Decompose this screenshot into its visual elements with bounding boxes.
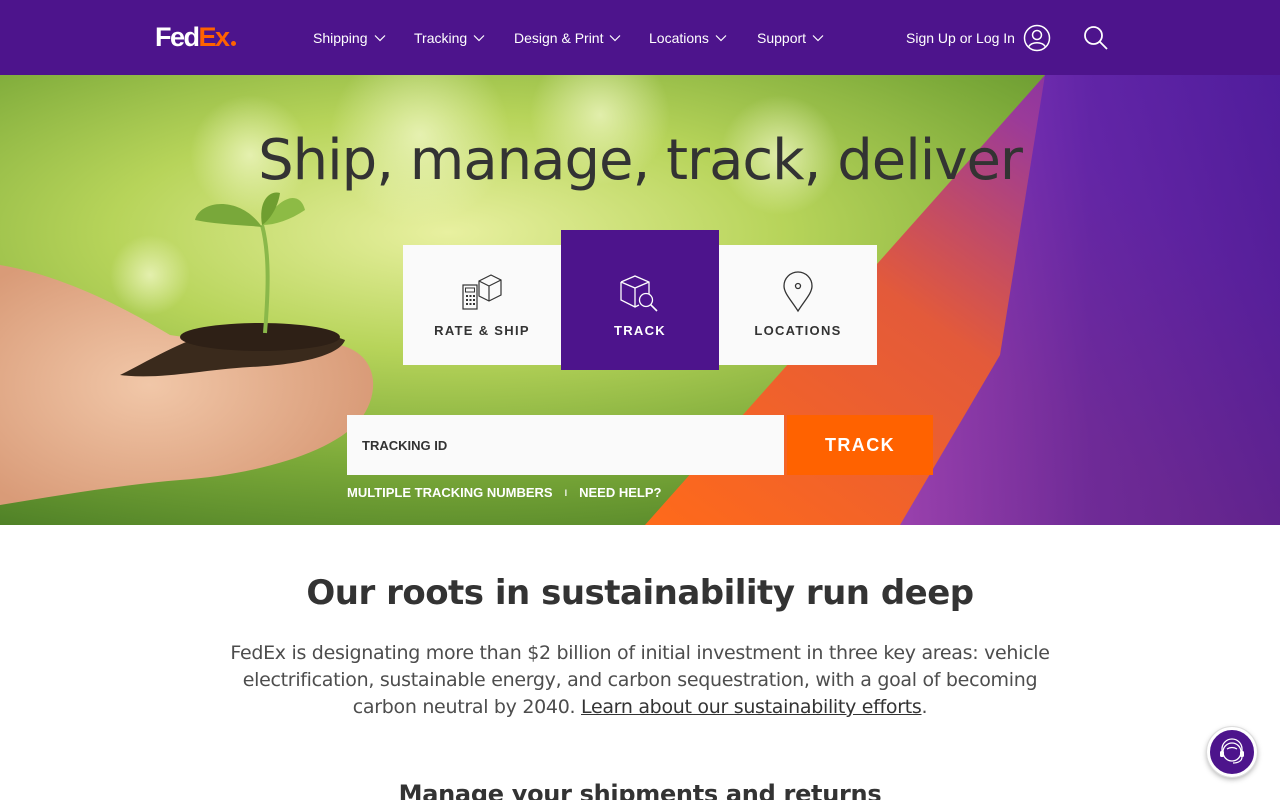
hero-banner: Ship, manage, track, deliver RATE & SHIP… (0, 75, 1280, 525)
chat-agent-icon (1220, 738, 1244, 764)
chat-support-button[interactable] (1206, 726, 1258, 778)
tile-track[interactable]: TRACK (561, 230, 719, 370)
sustainability-body: FedEx is designating more than $2 billio… (230, 640, 1050, 721)
chevron-down-icon (374, 35, 385, 42)
nav-tracking-label: Tracking (414, 30, 468, 46)
fedex-logo[interactable]: FedEx (155, 22, 236, 52)
tile-rate-ship[interactable]: RATE & SHIP (403, 245, 561, 365)
top-navigation-bar: FedEx Shipping Tracking Design & Print L… (0, 0, 1280, 75)
location-pin-icon (783, 271, 813, 313)
sustainability-body-end: . (921, 696, 928, 718)
sign-in-link[interactable]: Sign Up or Log In (906, 23, 1051, 53)
manage-shipments-title: Manage your shipments and returns (398, 780, 882, 800)
chevron-down-icon (715, 35, 727, 42)
calculator-box-icon (462, 274, 502, 310)
nav-locations-label: Locations (649, 30, 709, 46)
tile-locations-label: LOCATIONS (754, 323, 842, 338)
logo-fed-text: Fed (155, 22, 200, 52)
nav-design-print-label: Design & Print (514, 30, 604, 46)
tile-locations[interactable]: LOCATIONS (719, 245, 877, 365)
search-button[interactable] (1083, 25, 1109, 56)
nav-support[interactable]: Support (757, 29, 824, 47)
nav-tracking[interactable]: Tracking (414, 29, 485, 47)
multiple-tracking-numbers-link[interactable]: MULTIPLE TRACKING NUMBERS (347, 485, 553, 500)
chevron-down-icon (812, 35, 824, 42)
chevron-down-icon (473, 35, 485, 42)
logo-ex-text: Ex (198, 22, 231, 52)
chevron-down-icon (610, 35, 621, 42)
link-separator: I (564, 487, 568, 498)
tile-rate-ship-label: RATE & SHIP (434, 323, 530, 338)
user-account-icon (1023, 24, 1051, 52)
hero-links: MULTIPLE TRACKING NUMBERS I NEED HELP? (347, 485, 661, 500)
nav-shipping[interactable]: Shipping (313, 29, 386, 47)
sustainability-title: Our roots in sustainability run deep (306, 573, 974, 613)
nav-shipping-label: Shipping (313, 30, 368, 46)
nav-support-label: Support (757, 30, 807, 46)
hero-title: Ship, manage, track, deliver (258, 128, 1023, 193)
nav-design-print[interactable]: Design & Print (514, 29, 621, 47)
logo-dot (230, 41, 236, 46)
tracking-id-input[interactable] (347, 415, 784, 475)
need-help-link[interactable]: NEED HELP? (579, 485, 661, 500)
package-search-icon (620, 275, 658, 312)
nav-locations[interactable]: Locations (649, 29, 727, 47)
search-icon (1084, 26, 1108, 50)
tile-track-label: TRACK (614, 323, 666, 338)
sign-in-label: Sign Up or Log In (906, 30, 1015, 46)
track-button[interactable]: TRACK (787, 415, 933, 475)
sustainability-link[interactable]: Learn about our sustainability efforts (581, 696, 922, 718)
